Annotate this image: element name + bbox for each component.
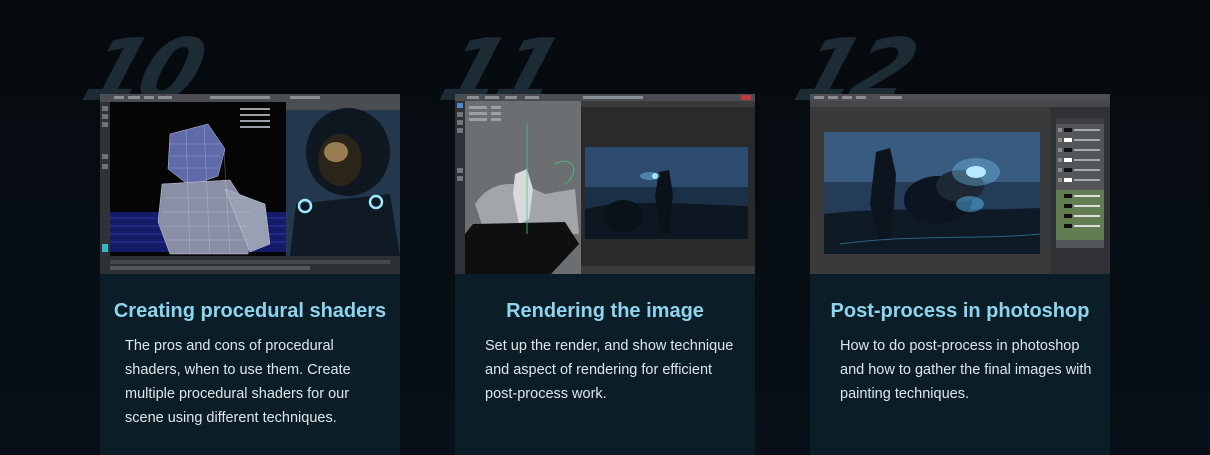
lesson-steps-section: 10 Creating procedural shaders The pros … [0, 0, 1210, 455]
step-info-card: Post-process in photoshop How to do post… [810, 274, 1110, 455]
step-card-11: 11 Rendering the image Set up the render… [429, 0, 755, 455]
step-title: Rendering the image [506, 300, 704, 322]
step-thumbnail-photoshop [810, 94, 1110, 274]
step-title: Creating procedural shaders [113, 300, 387, 322]
step-description: Set up the render, and show technique an… [485, 338, 734, 402]
step-info-card: Creating procedural shaders The pros and… [100, 274, 400, 455]
step-description: How to do post-process in photoshop and … [840, 338, 1092, 402]
step-description: The pros and cons of procedural shaders,… [125, 338, 351, 426]
step-card-12: 12 Post-process in photoshop How to do p… [784, 0, 1110, 455]
step-thumbnail-rendering [455, 94, 755, 274]
step-card-10: 10 Creating procedural shaders The pros … [72, 0, 400, 455]
step-title: Post-process in photoshop [830, 300, 1090, 322]
step-thumbnail-maya-shaders [100, 94, 400, 274]
step-info-card: Rendering the image Set up the render, a… [455, 274, 755, 455]
